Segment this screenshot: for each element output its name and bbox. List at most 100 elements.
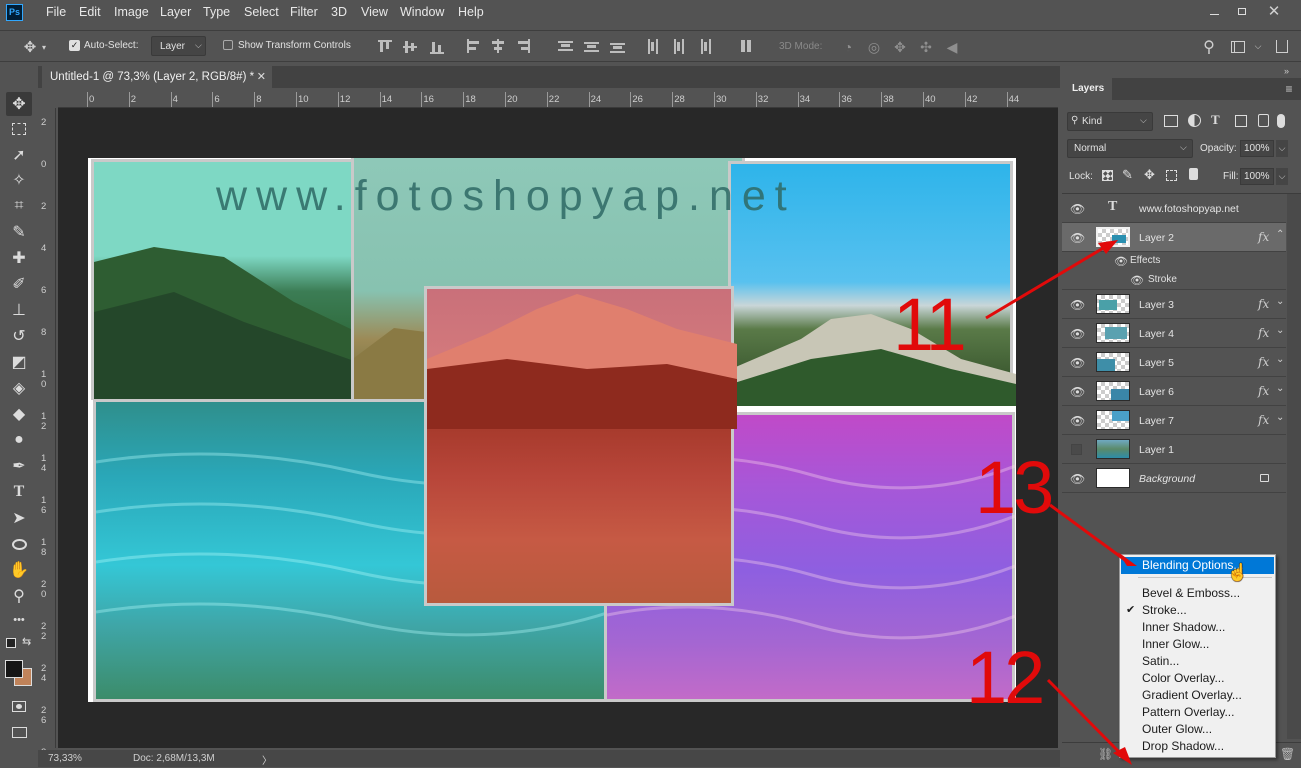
menu-image[interactable]: Image: [114, 5, 149, 19]
hand-tool-icon[interactable]: ✋: [6, 558, 32, 582]
visibility-eye-icon[interactable]: 👁: [1070, 327, 1085, 341]
ellipse-tool-icon[interactable]: [6, 532, 32, 556]
align-horizontal-centers-icon[interactable]: [490, 39, 506, 55]
menu-item-satin[interactable]: Satin...: [1121, 653, 1274, 670]
layer-row-layer-7[interactable]: 👁 Layer 7 fx ⌄: [1062, 406, 1286, 435]
healing-brush-tool-icon[interactable]: ✚: [6, 246, 32, 270]
visibility-toggle-empty[interactable]: [1071, 444, 1082, 455]
filter-shape-icon[interactable]: [1235, 115, 1247, 127]
workspace-icon[interactable]: [1231, 41, 1245, 53]
chevron-down-icon[interactable]: ⌵: [1276, 140, 1288, 157]
filter-type-icon[interactable]: T: [1211, 112, 1220, 128]
chevron-down-icon[interactable]: ⌵: [1276, 168, 1288, 185]
layer-row-layer-3[interactable]: 👁 Layer 3 fx ⌄: [1062, 290, 1286, 319]
chevron-down-icon[interactable]: ⌵: [1253, 40, 1263, 52]
visibility-eye-icon[interactable]: 👁: [1070, 385, 1085, 399]
link-layers-icon[interactable]: ⛓: [1098, 747, 1113, 761]
visibility-eye-icon[interactable]: 👁: [1070, 356, 1085, 370]
chevron-down-icon[interactable]: ▾: [40, 41, 48, 53]
layer-row-background[interactable]: 👁 Background: [1062, 464, 1286, 493]
menu-item-inner-shadow[interactable]: Inner Shadow...: [1121, 619, 1274, 636]
menu-item-color-overlay[interactable]: Color Overlay...: [1121, 670, 1274, 687]
default-colors-icon[interactable]: [6, 638, 16, 648]
magic-wand-tool-icon[interactable]: ✧: [6, 168, 32, 192]
minimize-icon[interactable]: [1202, 4, 1226, 18]
menu-item-bevel-emboss[interactable]: Bevel & Emboss...: [1121, 585, 1274, 602]
blur-tool-icon[interactable]: ◆: [6, 402, 32, 426]
distribute-bottom-icon[interactable]: [610, 39, 626, 55]
swap-colors-icon[interactable]: ⇆: [22, 635, 31, 648]
marquee-tool-icon[interactable]: [6, 117, 32, 141]
3d-pan-icon[interactable]: ✥: [890, 37, 910, 57]
visibility-eye-icon[interactable]: 👁: [1070, 231, 1085, 245]
zoom-level[interactable]: 73,33%: [48, 753, 82, 764]
delete-layer-icon[interactable]: 🗑: [1280, 747, 1295, 761]
filter-pixel-icon[interactable]: [1164, 115, 1178, 127]
clone-stamp-tool-icon[interactable]: ⊥: [6, 298, 32, 322]
menu-item-gradient-overlay[interactable]: Gradient Overlay...: [1121, 687, 1274, 704]
3d-slide-icon[interactable]: ✣: [916, 37, 936, 57]
fx-icon[interactable]: fx: [1258, 355, 1269, 369]
lock-image-pixels-icon[interactable]: ✎: [1122, 167, 1133, 183]
path-selection-tool-icon[interactable]: ➤: [6, 506, 32, 530]
blend-mode-dropdown[interactable]: Normal ⌵: [1067, 139, 1193, 158]
menu-item-pattern-overlay[interactable]: Pattern Overlay...: [1121, 704, 1274, 721]
menu-filter[interactable]: Filter: [290, 5, 318, 19]
foreground-color-swatch[interactable]: [5, 660, 23, 678]
menu-layer[interactable]: Layer: [160, 5, 191, 19]
paint-bucket-tool-icon[interactable]: ◈: [6, 376, 32, 400]
menu-edit[interactable]: Edit: [79, 5, 101, 19]
close-icon[interactable]: ✕: [1262, 2, 1286, 20]
document-canvas[interactable]: www.fotoshopyap.net: [88, 158, 1016, 702]
distribute-left-icon[interactable]: [646, 39, 662, 55]
3d-orbit-icon[interactable]: ◔: [838, 37, 858, 57]
fill-field[interactable]: 100%: [1240, 168, 1274, 185]
menu-3d[interactable]: 3D: [331, 5, 347, 19]
effects-row[interactable]: 👁 Effects: [1062, 252, 1286, 271]
document-tab[interactable]: Untitled-1 @ 73,3% (Layer 2, RGB/8#) * ✕: [42, 66, 272, 88]
layer-row-layer-2[interactable]: 👁 Layer 2 fx ⌃: [1062, 223, 1286, 252]
layer-row-layer-4[interactable]: 👁 Layer 4 fx ⌄: [1062, 319, 1286, 348]
fx-icon[interactable]: fx: [1258, 230, 1269, 244]
auto-align-layers-icon[interactable]: [740, 39, 756, 55]
align-bottom-edges-icon[interactable]: [430, 39, 444, 55]
align-vertical-centers-icon[interactable]: [403, 39, 417, 55]
visibility-eye-icon[interactable]: 👁: [1070, 202, 1085, 216]
lock-transparent-pixels-icon[interactable]: [1102, 170, 1113, 181]
lock-artboard-icon[interactable]: [1166, 170, 1177, 181]
lock-all-icon[interactable]: [1189, 168, 1198, 180]
menu-item-outer-glow[interactable]: Outer Glow...: [1121, 721, 1274, 738]
chevron-down-icon[interactable]: ⌄: [1276, 412, 1284, 423]
visibility-eye-icon[interactable]: 👁: [1114, 255, 1128, 268]
lock-position-icon[interactable]: ✥: [1144, 167, 1155, 183]
chevron-down-icon[interactable]: ⌄: [1276, 354, 1284, 365]
lasso-tool-icon[interactable]: ➚: [6, 143, 32, 167]
search-icon[interactable]: ⚲: [1199, 37, 1219, 57]
menu-item-inner-glow[interactable]: Inner Glow...: [1121, 636, 1274, 653]
chevron-down-icon[interactable]: ⌄: [1276, 296, 1284, 307]
fx-icon[interactable]: fx: [1258, 297, 1269, 311]
distribute-top-icon[interactable]: [558, 39, 574, 55]
filter-kind-dropdown[interactable]: ⚲ Kind ⌵: [1067, 112, 1153, 131]
auto-select-checkbox[interactable]: ✓: [69, 40, 80, 51]
dodge-tool-icon[interactable]: ●: [6, 428, 32, 452]
menu-window[interactable]: Window: [400, 5, 444, 19]
move-tool-icon[interactable]: ✥: [6, 92, 32, 116]
show-transform-checkbox[interactable]: [223, 40, 233, 50]
3d-roll-icon[interactable]: ◎: [864, 37, 884, 57]
panel-scrollbar[interactable]: [1287, 194, 1301, 739]
layer-row-layer-5[interactable]: 👁 Layer 5 fx ⌄: [1062, 348, 1286, 377]
distribute-vertical-centers-icon[interactable]: [584, 39, 600, 55]
fx-icon[interactable]: fx: [1258, 413, 1269, 427]
layer-row-text[interactable]: 👁 T www.fotoshopyap.net: [1062, 194, 1286, 223]
visibility-eye-icon[interactable]: 👁: [1070, 472, 1085, 486]
close-tab-icon[interactable]: ✕: [257, 70, 266, 83]
screen-mode-icon[interactable]: [6, 720, 32, 744]
chevron-down-icon[interactable]: ⌄: [1276, 325, 1284, 336]
tab-layers[interactable]: Layers: [1062, 78, 1112, 100]
menu-view[interactable]: View: [361, 5, 388, 19]
filter-adjustment-icon[interactable]: [1188, 114, 1201, 127]
zoom-tool-icon[interactable]: ⚲: [6, 584, 32, 608]
share-icon[interactable]: [1276, 40, 1288, 53]
align-top-edges-icon[interactable]: [378, 39, 392, 55]
